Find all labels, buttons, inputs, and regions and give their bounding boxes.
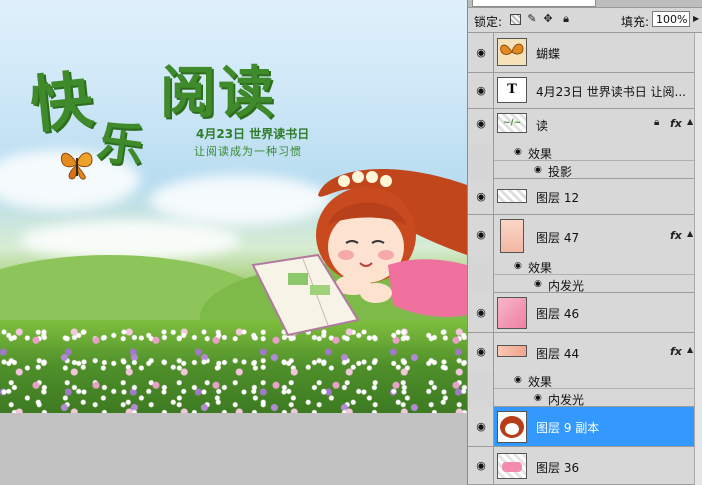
layer-row-46[interactable]: ◉ 图层 46 — [468, 293, 694, 333]
fill-dropdown-arrow-icon[interactable]: ▶ — [693, 14, 699, 23]
layer-name[interactable]: 4月23日 世界读书日 让阅... — [536, 83, 686, 100]
cloud — [20, 220, 240, 260]
effects-row[interactable]: ◉ 效果 — [494, 143, 694, 161]
eye-icon[interactable]: ◉ — [474, 85, 488, 96]
eye-icon[interactable]: ◉ — [534, 165, 544, 175]
visibility-toggle[interactable]: ◉ — [468, 215, 494, 293]
layer-row-text[interactable]: ◉ T 4月23日 世界读书日 让阅... — [468, 73, 694, 109]
slogan-text: 让阅读成为一种习惯 — [194, 145, 302, 158]
scroll-up-arrow-icon[interactable]: ▲ — [687, 117, 693, 126]
eye-icon[interactable]: ◉ — [474, 421, 488, 432]
layer-name[interactable]: 图层 9 副本 — [536, 419, 599, 436]
layer-name[interactable]: 蝴蝶 — [536, 45, 560, 62]
eye-icon[interactable]: ◉ — [474, 191, 488, 202]
fx-icon[interactable]: fx — [670, 117, 682, 130]
fill-input[interactable]: 100% — [652, 11, 690, 27]
layer-list-scrollbar[interactable] — [694, 33, 702, 485]
visibility-toggle[interactable]: ◉ — [468, 73, 494, 108]
girl-reading-illustration — [251, 168, 467, 337]
text-layer-thumbnail: T — [497, 77, 527, 103]
scroll-up-arrow-icon[interactable]: ▲ — [687, 229, 693, 238]
effect-row-inner-glow[interactable]: ◉ 内发光 — [494, 275, 694, 293]
lock-transparency-icon[interactable] — [510, 14, 521, 25]
layer-row-butterfly[interactable]: ◉ 蝴蝶 — [468, 33, 694, 73]
layer-thumbnail — [497, 345, 527, 357]
move-icon[interactable]: ✥ — [542, 13, 554, 25]
eye-icon[interactable]: ◉ — [474, 460, 488, 471]
layer-thumbnail: ~/~ — [497, 113, 527, 133]
layer-list: ◉ 蝴蝶 ◉ T 4月23日 世界读书日 让阅... ◉ ~/~ 读 🔒︎ fx… — [468, 33, 694, 485]
layer-thumbnail — [500, 219, 524, 253]
title-yuedu: 阅读 — [160, 60, 276, 126]
visibility-toggle[interactable]: ◉ — [468, 179, 494, 214]
layer-name[interactable]: 图层 47 — [536, 229, 579, 246]
hair-thumb-icon — [500, 416, 524, 438]
fx-icon[interactable]: fx — [670, 229, 682, 242]
visibility-toggle[interactable]: ◉ — [468, 447, 494, 484]
lock-icon[interactable]: 🔒︎ — [560, 13, 572, 25]
effects-label: 效果 — [528, 147, 553, 161]
lock-label: 锁定: — [474, 15, 503, 29]
eye-icon[interactable]: ◉ — [474, 47, 488, 58]
layer-lock-icon: 🔒︎ — [654, 117, 660, 128]
eye-icon[interactable]: ◉ — [514, 147, 524, 157]
visibility-toggle[interactable]: ◉ — [468, 33, 494, 72]
visibility-toggle[interactable]: ◉ — [468, 109, 494, 189]
eye-icon[interactable]: ◉ — [514, 261, 524, 271]
title-char-le: 乐 — [94, 114, 148, 174]
layer-name[interactable]: 图层 36 — [536, 459, 579, 476]
brush-icon[interactable]: ✎ — [526, 13, 538, 25]
layer-thumbnail — [497, 189, 527, 203]
butterfly-illustration — [60, 152, 93, 180]
visibility-toggle[interactable]: ◉ — [468, 333, 494, 407]
eye-icon[interactable]: ◉ — [474, 307, 488, 318]
effect-label: 内发光 — [548, 393, 585, 407]
eye-icon[interactable]: ◉ — [474, 229, 488, 240]
butterfly-thumb-icon — [500, 43, 524, 55]
blend-mode-box[interactable] — [472, 0, 596, 7]
eye-icon[interactable]: ◉ — [534, 393, 544, 403]
eye-icon[interactable]: ◉ — [474, 346, 488, 357]
layer-thumbnail — [497, 453, 527, 479]
effect-row-inner-glow[interactable]: ◉ 内发光 — [494, 389, 694, 407]
fill-label: 填充: — [621, 15, 650, 29]
event-text: 4月23日 世界读书日 — [196, 127, 310, 141]
title-char-kuai: 快 — [26, 62, 97, 143]
effects-row[interactable]: ◉ 效果 — [494, 371, 694, 389]
artwork-canvas[interactable]: 快 乐 阅读 4月23日 世界读书日 让阅读成为一种习惯 — [0, 0, 467, 413]
layer-name[interactable]: 图层 44 — [536, 345, 579, 362]
visibility-toggle[interactable]: ◉ — [468, 407, 494, 446]
effects-label: 效果 — [528, 261, 553, 275]
effect-row-drop-shadow[interactable]: ◉ 投影 — [494, 161, 694, 179]
scroll-up-arrow-icon[interactable]: ▲ — [687, 345, 693, 354]
layer-row-du[interactable]: ◉ ~/~ 读 🔒︎ fx ▲ — [468, 109, 694, 189]
dress-thumb-shape — [502, 462, 522, 472]
eye-icon[interactable]: ◉ — [514, 375, 524, 385]
layer-thumbnail — [497, 38, 527, 66]
layer-name[interactable]: 图层 46 — [536, 305, 579, 322]
panel-header — [468, 0, 702, 8]
visibility-toggle[interactable]: ◉ — [468, 293, 494, 332]
document-canvas-area[interactable]: 快 乐 阅读 4月23日 世界读书日 让阅读成为一种习惯 — [0, 0, 467, 485]
layer-name[interactable]: 图层 12 — [536, 189, 579, 206]
layer-row-44[interactable]: ◉ 图层 44 fx ▲ — [468, 333, 694, 407]
eye-icon[interactable]: ◉ — [534, 279, 544, 289]
eye-icon[interactable]: ◉ — [474, 118, 488, 129]
fx-icon[interactable]: fx — [670, 345, 682, 358]
effects-row[interactable]: ◉ 效果 — [494, 257, 694, 275]
layers-panel: 锁定: ✎ ✥ 🔒︎ 填充: 100% ▶ ◉ 蝴蝶 ◉ T 4月23日 世界读… — [467, 0, 702, 485]
effect-label: 投影 — [548, 165, 573, 179]
layer-row-12[interactable]: ◉ 图层 12 — [468, 179, 694, 215]
layer-row-36[interactable]: ◉ 图层 36 — [468, 447, 694, 485]
effect-label: 内发光 — [548, 279, 585, 293]
layer-thumbnail — [497, 297, 527, 329]
lock-fill-row: 锁定: ✎ ✥ 🔒︎ 填充: 100% ▶ — [468, 8, 702, 33]
layer-name[interactable]: 读 — [536, 117, 548, 134]
layer-thumbnail — [497, 411, 527, 443]
effects-label: 效果 — [528, 375, 553, 389]
layer-row-47[interactable]: ◉ 图层 47 fx ▲ — [468, 215, 694, 293]
layer-row-9-copy[interactable]: ◉ 图层 9 副本 — [468, 407, 694, 447]
